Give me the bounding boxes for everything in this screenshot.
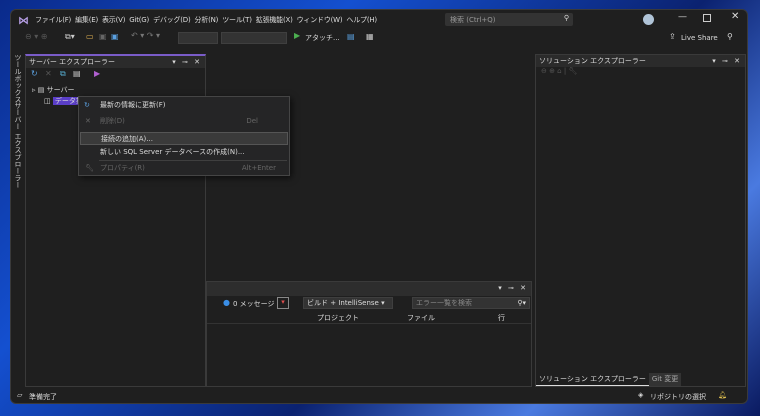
- menu-label: 接続の追加(A)...: [101, 135, 153, 143]
- connect-server-icon[interactable]: ▤: [73, 69, 81, 78]
- browse-icon[interactable]: ▤: [347, 32, 355, 41]
- status-icon: ▱: [17, 391, 23, 399]
- menu-item-delete[interactable]: ✕ 削除(D) Del: [80, 115, 288, 128]
- messages-filter[interactable]: 0 メッセージ: [233, 299, 275, 309]
- menu-tools[interactable]: ツール(T): [220, 14, 254, 26]
- delete-icon: ✕: [85, 117, 91, 125]
- menu-debug[interactable]: デバッグ(D): [151, 14, 192, 26]
- menu-file[interactable]: ファイル(F): [33, 14, 73, 26]
- column-line[interactable]: 行: [498, 313, 505, 323]
- panel-controls[interactable]: ▾ ⊸ ✕: [172, 56, 202, 68]
- filter-icon[interactable]: ▾: [277, 297, 289, 309]
- live-share-button[interactable]: Live Share: [681, 34, 718, 42]
- column-project[interactable]: プロジェクト: [317, 313, 359, 323]
- menu-separator: [99, 160, 287, 161]
- wrench-icon: 🔧︎: [85, 164, 94, 172]
- search-input[interactable]: 検索 (Ctrl+Q) ⚲: [445, 13, 573, 26]
- refresh-icon[interactable]: ↻: [31, 69, 38, 78]
- platform-dropdown[interactable]: [221, 32, 287, 44]
- menu-item-add-connection[interactable]: 接続の追加(A)...: [80, 132, 288, 145]
- layout-icon[interactable]: ▦: [366, 32, 374, 41]
- tree-label: サーバー: [46, 86, 75, 94]
- minimize-button[interactable]: —: [678, 12, 687, 22]
- menu-label: 削除(D): [100, 117, 125, 125]
- error-list-columns: プロジェクト ファイル 行: [207, 311, 531, 324]
- menu-extensions[interactable]: 拡張機能(X): [254, 14, 295, 26]
- menu-label: 新しい SQL Server データベースの作成(N)...: [100, 148, 245, 156]
- solution-explorer-panel: ソリューション エクスプローラー ▾ ⊸ ✕ ⊖ ⊕ ⌂ | 🔧︎ ソリューション…: [535, 54, 746, 387]
- panel-title: サーバー エクスプローラー: [29, 58, 115, 66]
- menu-bar: ファイル(F) 編集(E) 表示(V) Git(G) デバッグ(D) 分析(N)…: [33, 14, 379, 26]
- menu-item-create-database[interactable]: 新しい SQL Server データベースの作成(N)...: [80, 146, 288, 159]
- refresh-icon: ↻: [84, 101, 90, 109]
- error-list-panel: ▾ ⊸ ✕ ● 0 メッセージ ▾ ビルド + IntelliSense ▾ エ…: [206, 281, 532, 387]
- toolbar: ⊖ ▾ ⊕ ⧉▾ ▭ ▣ ▣ ↶ ▾ ↷ ▾ ▶ アタッチ... ▤ ▦ ⇪ L…: [11, 29, 747, 47]
- open-folder-icon[interactable]: ▭: [86, 32, 94, 41]
- column-file[interactable]: ファイル: [407, 313, 435, 323]
- delete-icon[interactable]: ✕: [45, 69, 52, 78]
- configuration-dropdown[interactable]: [178, 32, 218, 44]
- menu-label: プロパティ(R): [100, 164, 145, 172]
- menu-git[interactable]: Git(G): [127, 14, 151, 26]
- tree-item-servers[interactable]: ▹ ▤ サーバー: [32, 85, 75, 95]
- back-icon[interactable]: ⊖ ▾ ⊕: [25, 32, 48, 41]
- status-text: 準備完了: [29, 393, 57, 401]
- save-all-icon[interactable]: ▣: [111, 32, 119, 41]
- server-explorer-toolbar: ↻ ✕ ⧉ ▤ ▶: [26, 68, 205, 82]
- toolbox-tab[interactable]: ツールボックス: [13, 54, 23, 103]
- menu-label: 最新の情報に更新(F): [100, 101, 166, 109]
- solution-explorer-toolbar: ⊖ ⊕ ⌂ | 🔧︎: [541, 67, 578, 75]
- status-bar: ▱ 準備完了 ◈ リポジトリの選択 🔔︎: [11, 389, 747, 403]
- sharepoint-icon[interactable]: ▶: [94, 69, 100, 78]
- close-button[interactable]: ✕: [731, 11, 739, 22]
- menu-shortcut: Del: [246, 117, 258, 125]
- menu-edit[interactable]: 編集(E): [73, 14, 100, 26]
- panel-controls[interactable]: ▾ ⊸ ✕: [498, 282, 528, 294]
- play-icon[interactable]: ▶: [294, 31, 300, 40]
- save-icon[interactable]: ▣: [99, 32, 107, 41]
- tab-git-changes[interactable]: Git 変更: [648, 373, 682, 386]
- attach-button[interactable]: アタッチ...: [305, 33, 340, 43]
- search-placeholder: エラー一覧を検索: [416, 299, 472, 307]
- new-project-icon[interactable]: ⧉▾: [65, 32, 75, 42]
- panel-header: サーバー エクスプローラー ▾ ⊸ ✕: [26, 56, 205, 68]
- search-placeholder: 検索 (Ctrl+Q): [450, 16, 496, 24]
- connect-database-icon[interactable]: ⧉: [60, 69, 66, 79]
- git-icon: ◈: [638, 391, 644, 399]
- menu-item-refresh[interactable]: ↻ 最新の情報に更新(F): [80, 99, 288, 112]
- error-list-toolbar: ● 0 メッセージ ▾ ビルド + IntelliSense ▾ エラー一覧を検…: [207, 296, 531, 311]
- build-filter-dropdown[interactable]: ビルド + IntelliSense ▾: [303, 297, 393, 309]
- menu-item-properties[interactable]: 🔧︎ プロパティ(R) Alt+Enter: [80, 162, 288, 175]
- notification-bell-icon[interactable]: 🔔︎: [718, 391, 727, 399]
- context-menu: ↻ 最新の情報に更新(F) ✕ 削除(D) Del 接続の追加(A)... 新しい S…: [78, 96, 290, 176]
- vs-logo-icon: ⋈: [18, 14, 29, 27]
- database-icon: ◫: [44, 97, 51, 105]
- panel-header: ▾ ⊸ ✕: [207, 282, 531, 296]
- avatar[interactable]: [643, 14, 654, 25]
- tab-solution-explorer[interactable]: ソリューション エクスプローラー: [536, 373, 649, 386]
- server-explorer-tab[interactable]: サーバー エクスプローラー: [13, 102, 23, 188]
- menu-shortcut: Alt+Enter: [241, 164, 276, 172]
- undo-icon[interactable]: ↶ ▾ ↷ ▾: [131, 31, 160, 40]
- info-icon[interactable]: ●: [223, 298, 230, 307]
- menu-view[interactable]: 表示(V): [100, 14, 127, 26]
- menu-window[interactable]: ウィンドウ(W): [295, 14, 345, 26]
- dropdown-value: ビルド + IntelliSense: [307, 299, 379, 307]
- feedback-icon[interactable]: ⚲: [727, 32, 733, 41]
- visual-studio-window: ⋈ ファイル(F) 編集(E) 表示(V) Git(G) デバッグ(D) 分析(…: [10, 9, 748, 404]
- error-search-input[interactable]: エラー一覧を検索 ⚲▾: [412, 297, 530, 309]
- panel-title: ソリューション エクスプローラー: [539, 57, 646, 65]
- panel-header: ソリューション エクスプローラー ▾ ⊸ ✕: [536, 55, 745, 67]
- maximize-button[interactable]: [703, 14, 711, 22]
- search-icon: ⚲: [563, 14, 569, 22]
- panel-controls[interactable]: ▾ ⊸ ✕: [712, 55, 742, 67]
- live-share-icon: ⇪: [669, 32, 676, 41]
- repository-select[interactable]: リポジトリの選択: [650, 392, 706, 402]
- search-icon: ⚲▾: [517, 299, 526, 307]
- menu-help[interactable]: ヘルプ(H): [344, 14, 379, 26]
- menu-analyze[interactable]: 分析(N): [193, 14, 221, 26]
- solution-explorer-tabs: ソリューション エクスプローラー Git 変更: [536, 373, 682, 386]
